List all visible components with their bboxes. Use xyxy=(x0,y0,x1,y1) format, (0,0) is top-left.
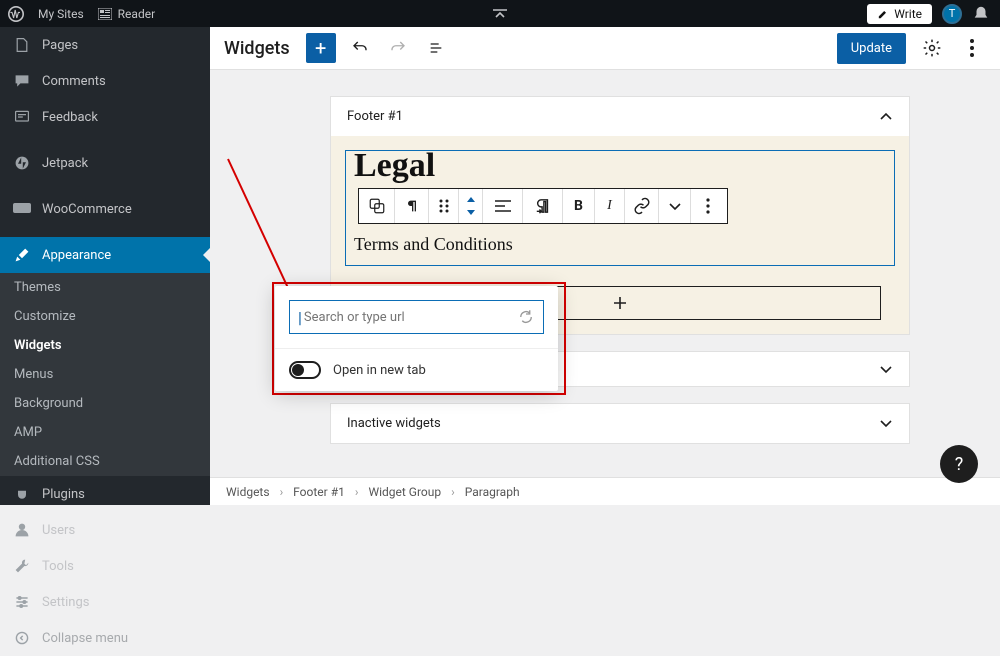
avatar[interactable]: T xyxy=(942,4,962,24)
crumb-group[interactable]: Widget Group xyxy=(368,485,441,499)
crumb-paragraph[interactable]: Paragraph xyxy=(465,485,520,499)
top-collapse-icon[interactable] xyxy=(492,9,508,19)
sidebar-item-settings[interactable]: Settings xyxy=(0,584,210,620)
italic-button[interactable]: I xyxy=(595,189,625,223)
link-url-input[interactable] xyxy=(304,310,517,325)
crumb-widgets[interactable]: Widgets xyxy=(226,485,270,499)
sidebar-item-comments[interactable]: Comments xyxy=(0,63,210,99)
reader-icon xyxy=(98,8,112,20)
sidebar-item-appearance[interactable]: Appearance xyxy=(0,237,210,273)
more-options-button[interactable] xyxy=(958,34,986,62)
paragraph-block[interactable]: Terms and Conditions xyxy=(354,234,886,255)
crumb-footer[interactable]: Footer #1 xyxy=(293,485,345,499)
my-sites-label: My Sites xyxy=(38,7,84,21)
move-arrows[interactable] xyxy=(459,189,483,223)
admin-top-bar: My Sites Reader Write T xyxy=(0,0,1000,27)
my-sites-link[interactable]: My Sites xyxy=(38,7,84,21)
page-icon xyxy=(12,35,32,55)
legal-heading[interactable]: Legal xyxy=(354,151,886,182)
brush-icon xyxy=(12,245,32,265)
inactive-widgets-panel: Inactive widgets xyxy=(330,403,910,444)
inactive-widgets-header[interactable]: Inactive widgets xyxy=(331,404,909,443)
block-breadcrumb: Widgets› Footer #1› Widget Group› Paragr… xyxy=(210,477,1000,505)
sidebar-item-tools[interactable]: Tools xyxy=(0,548,210,584)
write-button[interactable]: Write xyxy=(867,4,932,24)
help-fab-button[interactable]: ? xyxy=(940,445,978,483)
footer-1-title: Footer #1 xyxy=(347,109,403,124)
plus-icon xyxy=(612,295,628,311)
redo-button[interactable] xyxy=(384,34,412,62)
submenu-customize[interactable]: Customize xyxy=(0,302,210,331)
sidebar-item-jetpack[interactable]: Jetpack xyxy=(0,145,210,181)
link-search-wrapper: | xyxy=(289,300,544,334)
submenu-amp[interactable]: AMP xyxy=(0,418,210,447)
chevron-up-icon xyxy=(879,112,893,122)
write-label: Write xyxy=(894,7,922,21)
sidebar-item-plugins[interactable]: Plugins xyxy=(0,476,210,512)
more-rich-text-button[interactable] xyxy=(659,189,691,223)
link-popover: | Open in new tab xyxy=(275,286,558,391)
drag-handle[interactable] xyxy=(429,189,459,223)
sidebar-item-feedback[interactable]: Feedback xyxy=(0,99,210,135)
submenu-menus[interactable]: Menus xyxy=(0,360,210,389)
editor-main: Widgets + Update Footer #1 Legal xyxy=(210,27,1000,505)
block-type-button[interactable] xyxy=(359,189,395,223)
submenu-widgets[interactable]: Widgets xyxy=(0,331,210,360)
footer-1-header[interactable]: Footer #1 xyxy=(331,97,909,136)
sidebar-item-users[interactable]: Users xyxy=(0,512,210,548)
pen-icon xyxy=(877,8,889,20)
sliders-icon xyxy=(12,592,32,612)
plug-icon xyxy=(12,484,32,504)
block-more-button[interactable] xyxy=(691,189,725,223)
list-view-button[interactable] xyxy=(422,34,450,62)
align-button[interactable] xyxy=(483,189,523,223)
collapse-icon xyxy=(12,628,32,648)
page-title: Widgets xyxy=(224,38,290,59)
appearance-submenu: Themes Customize Widgets Menus Backgroun… xyxy=(0,273,210,476)
chevron-down-icon xyxy=(879,364,893,374)
add-block-button[interactable]: + xyxy=(306,33,336,63)
block-toolbar: B I xyxy=(358,188,728,224)
link-button[interactable] xyxy=(625,189,659,223)
notifications-icon[interactable] xyxy=(972,5,990,23)
submenu-background[interactable]: Background xyxy=(0,389,210,418)
reader-link[interactable]: Reader xyxy=(98,7,155,21)
submit-arrow-icon[interactable] xyxy=(517,308,535,326)
jetpack-icon xyxy=(12,153,32,173)
submenu-additional-css[interactable]: Additional CSS xyxy=(0,447,210,476)
paragraph-icon-button[interactable] xyxy=(395,189,429,223)
undo-button[interactable] xyxy=(346,34,374,62)
user-icon xyxy=(12,520,32,540)
editor-toolbar: Widgets + Update xyxy=(210,27,1000,70)
open-new-tab-label: Open in new tab xyxy=(333,363,426,378)
collapse-menu[interactable]: Collapse menu xyxy=(0,620,210,656)
woo-icon xyxy=(12,199,32,219)
sidebar-item-woocommerce[interactable]: WooCommerce xyxy=(0,191,210,227)
open-new-tab-toggle[interactable] xyxy=(289,361,321,379)
sidebar-item-pages[interactable]: Pages xyxy=(0,27,210,63)
update-button[interactable]: Update xyxy=(837,33,906,64)
widget-group-block[interactable]: Legal B I Terms xyxy=(345,150,895,266)
chevron-down-icon xyxy=(879,418,893,428)
admin-sidebar: Pages Comments Feedback Jetpack WooComme… xyxy=(0,27,210,505)
comment-icon xyxy=(12,71,32,91)
reader-label: Reader xyxy=(118,7,155,21)
submenu-themes[interactable]: Themes xyxy=(0,273,210,302)
direction-button[interactable] xyxy=(523,189,563,223)
wp-logo[interactable] xyxy=(8,6,24,22)
feedback-icon xyxy=(12,107,32,127)
text-cursor: | xyxy=(298,308,302,327)
wrench-icon xyxy=(12,556,32,576)
settings-cog-button[interactable] xyxy=(918,34,946,62)
inactive-widgets-title: Inactive widgets xyxy=(347,416,441,431)
bold-button[interactable]: B xyxy=(563,189,595,223)
